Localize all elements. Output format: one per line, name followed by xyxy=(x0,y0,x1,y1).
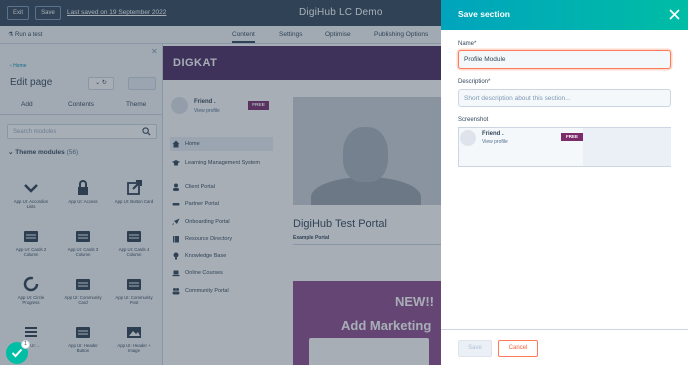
notification-badge: 1 xyxy=(21,340,30,349)
close-icon[interactable] xyxy=(669,9,680,20)
description-field[interactable] xyxy=(458,89,671,107)
name-field[interactable] xyxy=(458,50,671,69)
view-profile-text: View profile xyxy=(482,139,508,145)
screenshot-preview: Friend . View profile FREE xyxy=(458,127,671,167)
dialog-footer: Save Cancel xyxy=(441,329,688,365)
cancel-button[interactable]: Cancel xyxy=(498,340,538,357)
save-button[interactable]: Save xyxy=(458,340,492,357)
dialog-title: Save section xyxy=(458,9,510,19)
name-label: Name* xyxy=(458,41,477,47)
save-section-dialog: Save section Name* Description* Screensh… xyxy=(441,0,688,365)
screenshot-label: Screenshot xyxy=(458,117,489,123)
screenshot-strip xyxy=(583,128,671,166)
dialog-header: Save section xyxy=(441,0,688,30)
description-label: Description* xyxy=(458,79,491,85)
avatar xyxy=(460,130,476,146)
modal-backdrop[interactable] xyxy=(0,0,441,365)
profile-name: Friend . xyxy=(482,131,504,137)
free-badge: FREE xyxy=(561,133,583,141)
checkmark-icon xyxy=(11,348,23,358)
